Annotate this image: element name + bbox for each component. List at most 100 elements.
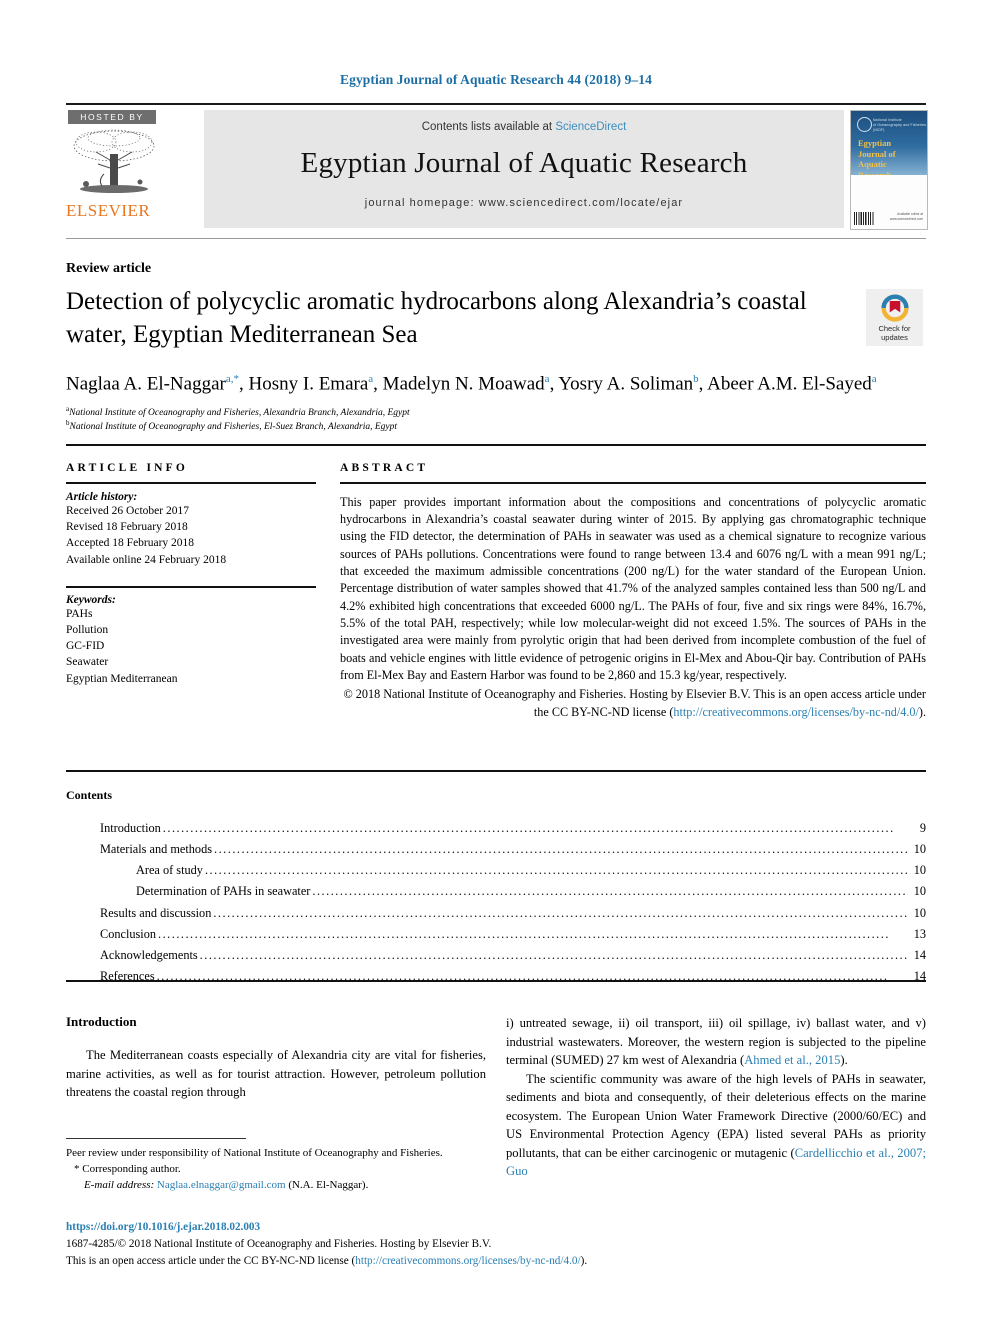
author-name: Naglaa A. El-Naggar bbox=[66, 373, 226, 395]
cover-org-text: National Institute of Oceanography and F… bbox=[873, 118, 927, 133]
header-bottom-rule bbox=[66, 238, 926, 239]
header-top-rule bbox=[66, 103, 926, 105]
cover-foot-line-2: www.sciencedirect.com bbox=[889, 216, 923, 221]
article-page: Egyptian Journal of Aquatic Research 44 … bbox=[0, 0, 992, 1323]
contents-label: Conclusion bbox=[100, 926, 157, 941]
contents-bottom-rule bbox=[66, 980, 926, 982]
contents-leader: ........................................… bbox=[312, 884, 908, 899]
contents-available-line: Contents lists available at ScienceDirec… bbox=[204, 110, 844, 133]
contents-row[interactable]: Materials and methods...................… bbox=[100, 839, 926, 860]
affiliation-text-b: National Institute of Oceanography and F… bbox=[69, 422, 398, 433]
license-suffix: ). bbox=[580, 1254, 588, 1267]
footer-cc-license-link[interactable]: http://creativecommons.org/licenses/by-n… bbox=[355, 1255, 580, 1267]
crossmark-line-2: updates bbox=[881, 333, 908, 343]
article-info-column: ARTICLE INFO Article history: Received 2… bbox=[66, 462, 316, 687]
keywords-label: Keywords: bbox=[66, 593, 116, 606]
article-history-item: Revised 18 February 2018 bbox=[66, 520, 188, 533]
author-affiliation-marker: a bbox=[368, 373, 374, 385]
keyword-item: Pollution bbox=[66, 623, 109, 636]
elsevier-tree-icon bbox=[73, 129, 155, 193]
contents-label: References bbox=[100, 968, 155, 983]
contents-page-number: 14 bbox=[913, 968, 926, 983]
journal-header-band: Contents lists available at ScienceDirec… bbox=[204, 110, 844, 228]
license-text: This is an open access article under the… bbox=[66, 1254, 356, 1267]
contents-row[interactable]: Introduction............................… bbox=[100, 818, 926, 839]
keyword-item: GC-FID bbox=[66, 640, 105, 653]
contents-row[interactable]: Results and discussion..................… bbox=[100, 903, 926, 924]
keywords-block: Keywords: PAHs Pollution GC-FID Seawater Egy… bbox=[66, 585, 316, 688]
contents-row[interactable]: Area of study...........................… bbox=[100, 860, 926, 881]
barcode-icon bbox=[854, 212, 874, 225]
contents-page-number: 10 bbox=[913, 863, 926, 878]
contents-row[interactable]: References..............................… bbox=[100, 966, 926, 987]
contents-row[interactable]: Determination of PAHs in seawater.......… bbox=[100, 881, 926, 902]
crossmark-line-1: Check for bbox=[878, 324, 911, 333]
affiliation-b: bNational Institute of Oceanography and … bbox=[66, 418, 766, 435]
contents-leader: ........................................… bbox=[162, 821, 895, 835]
crossmark-badge[interactable]: Check for updates bbox=[866, 289, 923, 346]
keywords-list: PAHs Pollution GC-FID Seawater Egyptian Medi… bbox=[66, 606, 316, 688]
article-history-item: Accepted 18 February 2018 bbox=[66, 537, 195, 550]
body-column-right: i) untreated sewage, ii) oil transport, … bbox=[506, 1014, 926, 1181]
contents-leader: ........................................… bbox=[214, 842, 908, 857]
license-line: This is an open access article under the… bbox=[66, 1253, 766, 1270]
elsevier-wordmark: ELSEVIER bbox=[66, 201, 151, 220]
abstract-bottom-rule bbox=[66, 770, 926, 772]
peer-review-note: Peer review under responsibility of Nati… bbox=[66, 1147, 443, 1159]
contents-label: Acknowledgements bbox=[100, 947, 198, 962]
crossmark-icon bbox=[880, 294, 909, 322]
contents-leader: ........................................… bbox=[204, 863, 908, 878]
author-name: Hosny I. Emara bbox=[248, 373, 369, 395]
citation-ahmed-2015[interactable]: Ahmed et al., 2015 bbox=[744, 1053, 840, 1067]
contents-page-number: 13 bbox=[913, 926, 926, 941]
intro-p2-text-a: i) untreated sewage, ii) oil transport, … bbox=[506, 1016, 926, 1067]
table-of-contents: Introduction............................… bbox=[100, 818, 926, 987]
article-info-rule bbox=[66, 482, 316, 484]
author-affiliation-marker: b bbox=[693, 373, 699, 385]
contents-page-number: 14 bbox=[913, 947, 926, 962]
introduction-heading: Introduction bbox=[66, 1014, 137, 1029]
contents-page-number: 10 bbox=[913, 842, 926, 857]
contents-label: Materials and methods bbox=[100, 842, 213, 857]
footnote-block: Peer review under responsibility of Nati… bbox=[66, 1146, 486, 1194]
contents-row[interactable]: Conclusion..............................… bbox=[100, 924, 926, 945]
author-name: Madelyn N. Moawad bbox=[382, 373, 545, 395]
contents-leader: ........................................… bbox=[199, 947, 908, 962]
keywords-rule bbox=[66, 585, 316, 588]
journal-homepage[interactable]: journal homepage: www.sciencedirect.com/… bbox=[204, 197, 844, 209]
abstract-body: This paper provides important informatio… bbox=[340, 494, 926, 682]
doi-link[interactable]: https://doi.org/10.1016/j.ejar.2018.02.0… bbox=[66, 1219, 766, 1236]
author-list: Naglaa A. El-Naggara,*, Hosny I. Emaraa,… bbox=[66, 373, 877, 395]
email-label: E-mail address: bbox=[84, 1178, 155, 1191]
affiliation-text-a: National Institute of Oceanography and F… bbox=[69, 408, 410, 419]
cc-license-link[interactable]: http://creativecommons.org/licenses/by-n… bbox=[673, 705, 919, 719]
contents-row[interactable]: Acknowledgements........................… bbox=[100, 945, 926, 966]
running-head: Egyptian Journal of Aquatic Research 44 … bbox=[340, 72, 652, 87]
contents-page-number: 9 bbox=[919, 821, 926, 835]
keyword-item: Seawater bbox=[66, 656, 109, 669]
contents-leader: ........................................… bbox=[213, 905, 908, 920]
email-link[interactable]: Naglaa.elnaggar@gmail.com bbox=[157, 1179, 286, 1191]
keyword-item: Egyptian Mediterranean bbox=[66, 672, 178, 685]
intro-p2-text-b: ). bbox=[840, 1053, 848, 1067]
contents-heading: Contents bbox=[66, 788, 113, 802]
contents-label: Results and discussion bbox=[100, 905, 212, 920]
issn-copyright-line: 1687-4285/© 2018 National Institute of O… bbox=[66, 1237, 492, 1250]
contents-leader: ........................................… bbox=[156, 968, 889, 983]
abstract-heading: ABSTRACT bbox=[340, 462, 429, 474]
elsevier-logo-block: HOSTED BY ELSEVIER bbox=[66, 110, 196, 228]
cover-org-line-2: of Oceanography and Fisheries (NIOF) bbox=[873, 123, 927, 133]
author-affiliation-marker: a,* bbox=[225, 373, 239, 385]
article-info-heading: ARTICLE INFO bbox=[66, 462, 189, 474]
sciencedirect-link[interactable]: ScienceDirect bbox=[555, 121, 626, 133]
contents-label: Area of study bbox=[136, 863, 203, 878]
article-category: Review article bbox=[66, 261, 152, 276]
abstract-rule bbox=[340, 482, 926, 484]
cover-top-panel: National Institute of Oceanography and F… bbox=[851, 111, 927, 180]
journal-title: Egyptian Journal of Aquatic Research bbox=[300, 147, 748, 179]
page-title: Detection of polycyclic aromatic hydroca… bbox=[66, 288, 807, 349]
article-history-item: Received 26 October 2017 bbox=[66, 504, 189, 517]
copyright-suffix: ). bbox=[918, 704, 926, 719]
niof-seal-icon bbox=[857, 117, 872, 132]
abstract-column: ABSTRACT This paper provides important i… bbox=[340, 462, 926, 721]
